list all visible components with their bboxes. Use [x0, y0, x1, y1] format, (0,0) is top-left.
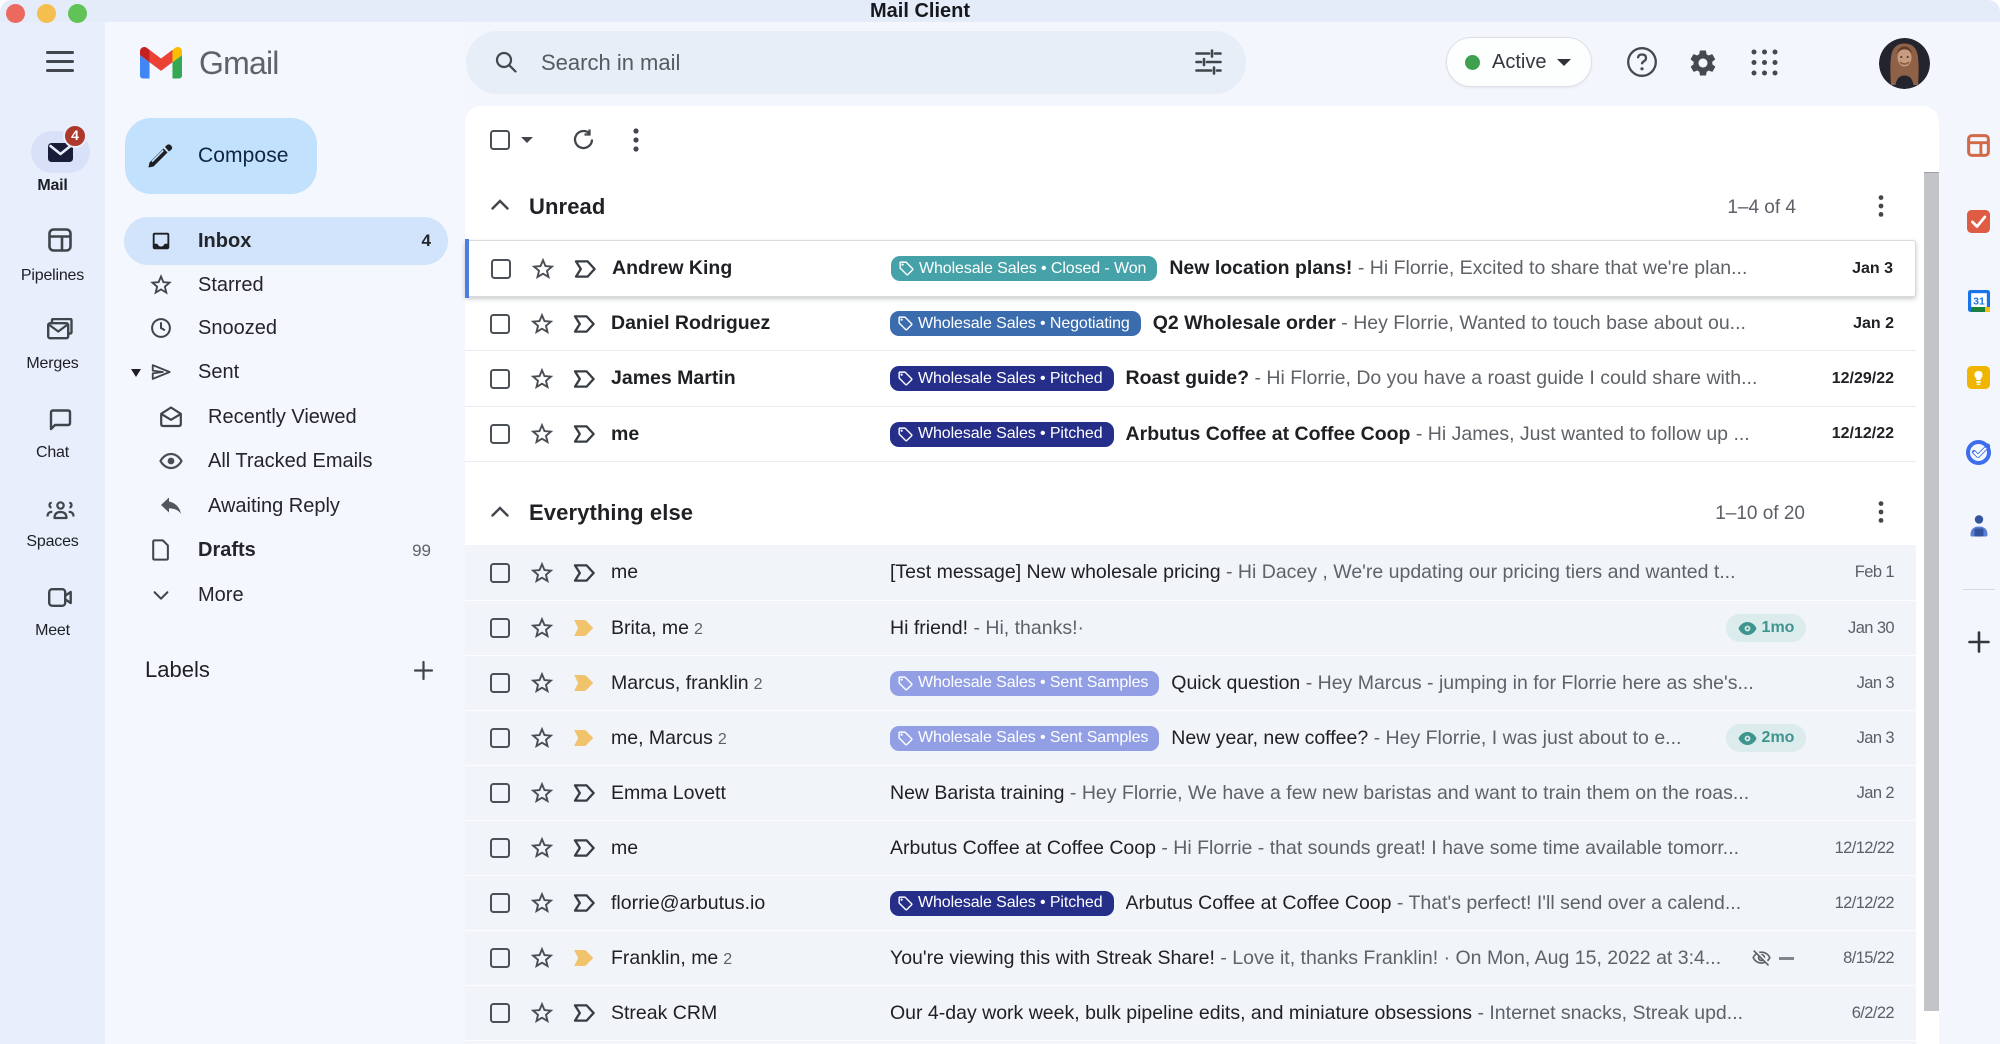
svg-text:31: 31: [1973, 296, 1985, 308]
